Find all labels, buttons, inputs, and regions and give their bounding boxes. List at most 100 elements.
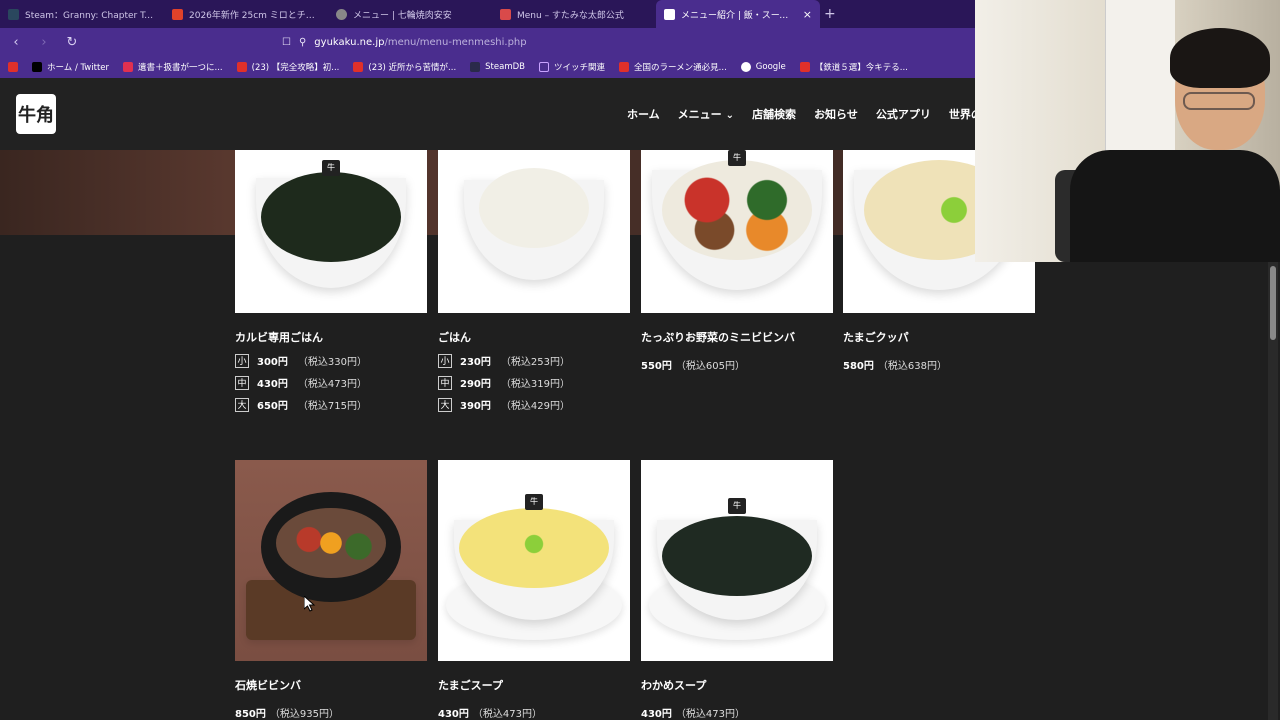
webcam-person-body — [1070, 150, 1280, 262]
menu-item-name: ごはん — [438, 331, 471, 344]
site-nav: ホーム メニュー ⌄ 店舗検索 お知らせ 公式アプリ 世界の — [627, 106, 982, 122]
tab-title: Menu – すたみな太郎公式 — [517, 10, 624, 21]
folder-icon — [538, 62, 549, 72]
new-tab-button[interactable]: + — [820, 6, 836, 22]
tab-title: Steam：Granny: Chapter Two — [25, 10, 156, 21]
webcam-person-glasses — [1183, 92, 1255, 110]
nav-official-app[interactable]: 公式アプリ — [876, 106, 931, 122]
brand-mark: 牛 — [322, 160, 340, 176]
menu-item-card[interactable]: 牛 カルビ専用ごはん 小 300円 （税込330円） 中 430円 （税込473円） 大… — [235, 150, 427, 412]
menu-item-name: たまごスープ — [438, 679, 504, 692]
price-with-tax: （税込319円） — [500, 379, 570, 390]
menu-item-card[interactable]: 牛 たっぷりお野菜のミニビビンバ 550円 （税込605円） — [641, 150, 833, 372]
youtube-icon — [799, 62, 810, 72]
brand-mark: 牛 — [525, 494, 543, 510]
price-with-tax: （税込715円） — [297, 401, 367, 412]
browser-tab[interactable]: メニュー | 七輪焼肉安安 — [328, 0, 492, 28]
price: 230円 — [460, 357, 491, 368]
menu-item-card[interactable]: 牛 わかめスープ 430円 （税込473円） — [641, 460, 833, 720]
google-icon — [740, 62, 751, 72]
price-with-tax: （税込935円） — [269, 709, 339, 720]
bookmark-item[interactable]: (23) 【完全攻略】初... — [236, 61, 339, 73]
size-badge: 中 — [235, 375, 249, 390]
forward-icon[interactable]: › — [36, 35, 52, 50]
youtube-icon — [8, 62, 18, 72]
youtube-icon — [353, 62, 364, 72]
tab-title: 2026年新作 25cm ミロとチップ ぬいぐる — [189, 10, 320, 21]
price: 390円 — [460, 401, 491, 412]
bookmark-item[interactable] — [8, 62, 18, 72]
x-icon — [32, 62, 42, 72]
nav-home[interactable]: ホーム — [627, 106, 660, 122]
price-line: 580円 （税込638円） — [843, 357, 1035, 372]
browser-tab[interactable]: Menu – すたみな太郎公式 — [492, 0, 656, 28]
menu-item-card[interactable]: ごはん 小 230円 （税込253円） 中 290円 （税込319円） 大 390円 （税込… — [438, 150, 630, 412]
egg-soup — [459, 508, 609, 588]
bookmark-item[interactable]: 全国のラーメン通必見... — [619, 61, 727, 73]
bookmark-label: (23) 近所から苦情が... — [368, 63, 457, 73]
price-line: 430円 （税込473円） — [438, 705, 630, 720]
browser-tab[interactable]: 2026年新作 25cm ミロとチップ ぬいぐる — [164, 0, 328, 28]
nav-store-search[interactable]: 店舗検索 — [752, 106, 796, 122]
bookmark-item[interactable]: 遺書＋扱書が一つに... — [123, 61, 223, 73]
price: 430円 — [257, 379, 288, 390]
bookmark-label: ホーム / Twitter — [47, 63, 110, 73]
price: 300円 — [257, 357, 288, 368]
steamdb-icon — [470, 62, 481, 72]
page-scrollbar[interactable] — [1268, 262, 1278, 720]
price: 430円 — [641, 709, 672, 720]
bookmark-item[interactable]: ツイッチ関連 — [538, 61, 605, 73]
price-with-tax: （税込605円） — [675, 361, 745, 372]
menu-item-card[interactable]: 牛 たまごスープ 430円 （税込473円） — [438, 460, 630, 720]
tab-title: メニュー紹介 | 飯・スープ・麺 | 焼肉な — [681, 10, 797, 21]
menu-item-card[interactable]: 石焼ビビンバ 850円 （税込935円） — [235, 460, 427, 720]
nav-menu[interactable]: メニュー ⌄ — [678, 106, 734, 122]
bookmark-item[interactable]: SteamDB — [470, 62, 525, 72]
price-line: 430円 （税込473円） — [641, 705, 833, 720]
steam-icon — [8, 8, 19, 20]
price-with-tax: （税込330円） — [297, 357, 367, 368]
bookmark-label: 遺書＋扱書が一つに... — [138, 63, 223, 73]
gyukaku-logo[interactable]: 牛角 — [16, 94, 56, 134]
chevron-down-icon: ⌄ — [725, 110, 735, 121]
menu-item-name: 石焼ビビンバ — [235, 679, 301, 692]
bookmark-item[interactable]: ホーム / Twitter — [32, 61, 109, 73]
brand-mark: 牛 — [728, 498, 746, 514]
size-badge: 小 — [235, 353, 249, 368]
gyukaku-icon — [664, 8, 675, 20]
price-with-tax: （税込473円） — [675, 709, 745, 720]
size-price-row: 中 290円 （税込319円） — [438, 375, 630, 390]
bookmark-item[interactable]: Google — [740, 62, 786, 72]
close-tab-icon[interactable]: × — [803, 8, 812, 21]
rice — [479, 168, 589, 248]
size-price-list: 小 230円 （税込253円） 中 290円 （税込319円） 大 390円 （税込429円… — [438, 353, 630, 412]
brand-mark: 牛 — [728, 150, 746, 166]
bookmark-label: SteamDB — [485, 62, 525, 72]
nav-news[interactable]: お知らせ — [814, 106, 858, 122]
browser-tab-active[interactable]: メニュー紹介 | 飯・スープ・麺 | 焼肉な × — [656, 0, 820, 28]
address-bar[interactable]: ☐ ⚲ gyukaku.ne.jp/menu/menu-menmeshi.php — [282, 37, 527, 48]
url-path: /menu/menu-menmeshi.php — [384, 36, 527, 48]
price-with-tax: （税込473円） — [472, 709, 542, 720]
site-info-icon[interactable]: ⚲ — [299, 37, 306, 48]
bookmark-icon[interactable]: ☐ — [282, 37, 291, 48]
size-price-row: 小 230円 （税込253円） — [438, 353, 630, 368]
price-with-tax: （税込429円） — [500, 401, 570, 412]
menu-item-name: たっぷりお野菜のミニビビンバ — [641, 331, 795, 344]
ramen-site-icon — [619, 62, 629, 72]
wakame-soup — [662, 516, 812, 596]
size-badge: 大 — [438, 397, 452, 412]
menu-item-name: わかめスープ — [641, 679, 707, 692]
price: 850円 — [235, 709, 266, 720]
bookmark-item[interactable]: (23) 近所から苦情が... — [353, 61, 456, 73]
reload-icon[interactable]: ↻ — [64, 35, 80, 50]
bookmark-label: ツイッチ関連 — [553, 63, 605, 73]
back-icon[interactable]: ‹ — [8, 35, 24, 50]
bookmark-item[interactable]: 【鉄道５選】今キテる... — [799, 61, 908, 73]
scrollbar-thumb[interactable] — [1270, 266, 1276, 340]
food-image: 牛 — [641, 150, 833, 313]
price: 430円 — [438, 709, 469, 720]
food-image: 牛 — [438, 460, 630, 661]
browser-tab[interactable]: Steam：Granny: Chapter Two — [0, 0, 164, 28]
size-price-row: 小 300円 （税込330円） — [235, 353, 427, 368]
